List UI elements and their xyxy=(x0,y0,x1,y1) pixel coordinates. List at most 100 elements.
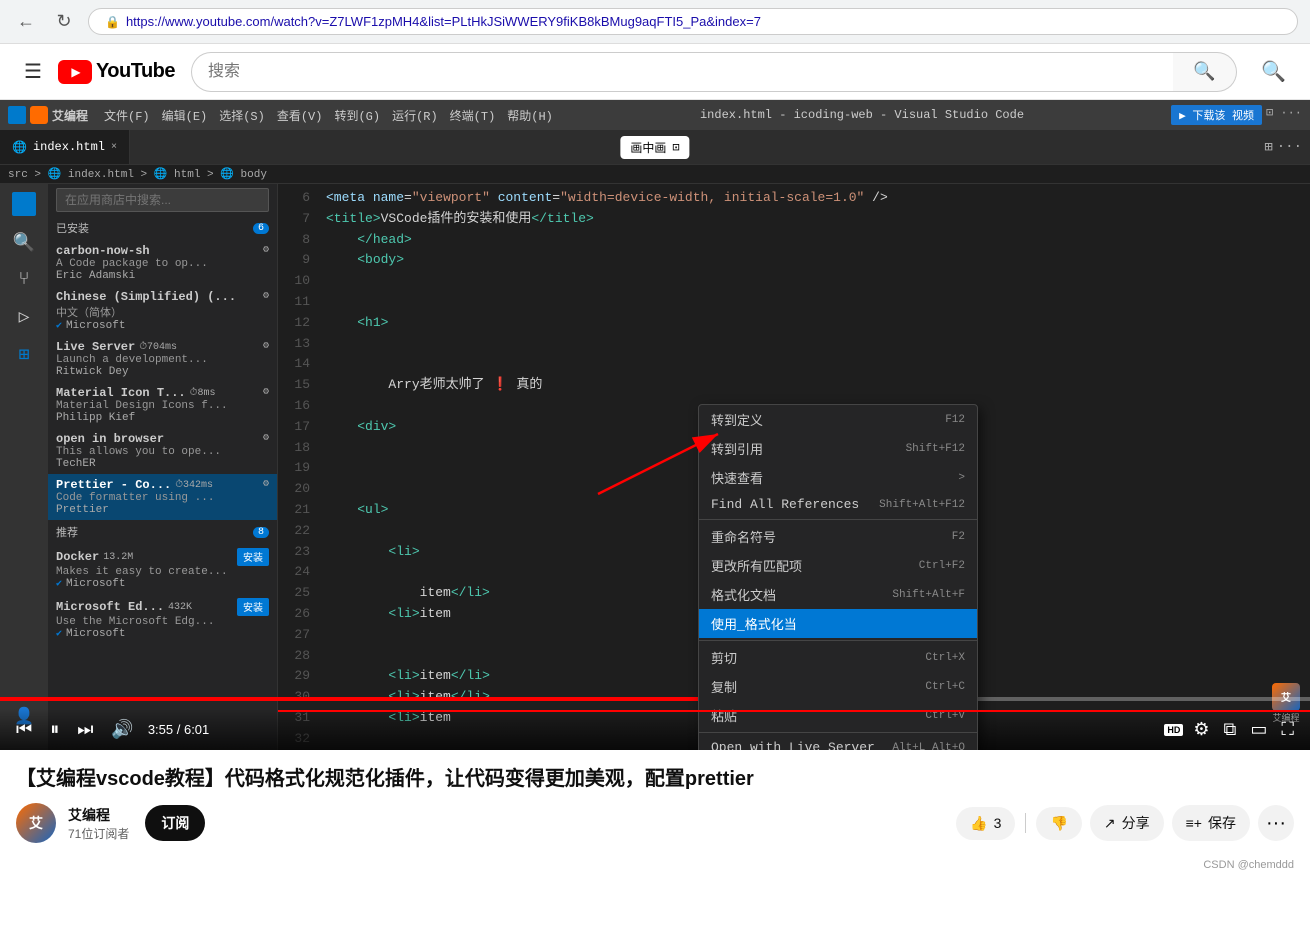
debug-icon[interactable]: ▷ xyxy=(19,306,30,328)
settings-button[interactable]: ⚙ xyxy=(1189,717,1213,742)
like-button[interactable]: 👍 3 xyxy=(956,807,1015,840)
hamburger-button[interactable]: ☰ xyxy=(16,51,50,92)
html-file-icon: 🌐 xyxy=(12,140,27,155)
cm-item-label: 更改所有匹配项 xyxy=(711,556,802,575)
reload-button[interactable]: ↻ xyxy=(50,8,78,36)
volume-button[interactable]: 🔊 xyxy=(107,717,137,742)
menu-run[interactable]: 运行(R) xyxy=(392,107,438,124)
cm-item-label: 格式化文档 xyxy=(711,585,776,604)
ext-ms-edge[interactable]: Microsoft Ed... 432K 安装 Use the Microsof… xyxy=(48,594,277,644)
search-activity-icon[interactable]: 🔍 xyxy=(13,232,35,254)
gear-icon[interactable]: ⚙ xyxy=(263,290,269,304)
more-actions-icon[interactable]: ··· xyxy=(1277,139,1302,156)
cm-item-label: 复制 xyxy=(711,677,737,696)
theater-button[interactable]: ▭ xyxy=(1246,717,1271,742)
gear-icon[interactable]: ⚙ xyxy=(263,244,269,258)
source-control-icon[interactable]: ⑂ xyxy=(19,270,30,290)
address-bar[interactable]: 🔒 https://www.youtube.com/watch?v=Z7LWF1… xyxy=(88,8,1298,35)
editor-breadcrumb: src > 🌐 index.html > 🌐 html > 🌐 body xyxy=(0,165,1310,184)
cm-cut[interactable]: 剪切 Ctrl+X xyxy=(699,643,977,672)
cm-shortcut: Shift+Alt+F12 xyxy=(879,499,965,511)
save-button[interactable]: ≡+ 保存 xyxy=(1172,805,1250,841)
ext-prettier[interactable]: Prettier - Co... ⏱342ms ⚙ Code formatter… xyxy=(48,474,277,520)
ext-author: ✔ Microsoft xyxy=(56,320,269,332)
vscode-menu-bar: 文件(F) 编辑(E) 选择(S) 查看(V) 转到(G) 运行(R) 终端(T… xyxy=(104,107,553,124)
gear-icon[interactable]: ⚙ xyxy=(263,386,269,400)
ext-live-server[interactable]: Live Server ⏱704ms ⚙ Launch a developmen… xyxy=(48,336,277,382)
cm-change-all[interactable]: 更改所有匹配项 Ctrl+F2 xyxy=(699,551,977,580)
submenu-arrow-icon: > xyxy=(958,472,965,484)
cm-find-all-refs[interactable]: Find All References Shift+Alt+F12 xyxy=(699,492,977,517)
cm-format-with[interactable]: 使用_格式化当 xyxy=(699,609,977,638)
vscode-top-left: 艾编程 xyxy=(8,106,88,124)
ext-name: Live Server xyxy=(56,340,135,354)
install-msedge-button[interactable]: 安装 xyxy=(237,598,269,616)
size-badge: 432K xyxy=(168,602,192,613)
gear-icon[interactable]: ⚙ xyxy=(263,432,269,446)
vscode-editor: 678910 1112131415 1617181920 2122232425 … xyxy=(278,184,1310,750)
miniplayer-button[interactable]: ⧉ xyxy=(1220,717,1241,742)
ext-author: Eric Adamski xyxy=(56,270,269,282)
header-right: 🔍 xyxy=(1253,51,1294,92)
menu-view[interactable]: 查看(V) xyxy=(277,107,323,124)
gear-icon[interactable]: ⚙ xyxy=(263,340,269,354)
ext-open-in-browser[interactable]: open in browser ⚙ This allows you to ope… xyxy=(48,428,277,474)
search-button[interactable]: 🔍 xyxy=(1173,52,1237,92)
skip-forward-button[interactable]: ⏭ xyxy=(73,717,97,742)
extensions-icon[interactable]: ⊞ xyxy=(19,344,30,366)
line-numbers: 678910 1112131415 1617181920 2122232425 … xyxy=(278,184,318,704)
ext-material-icon[interactable]: Material Icon T... ⏱8ms ⚙ Material Desig… xyxy=(48,382,277,428)
share-button[interactable]: ↗ 分享 xyxy=(1090,805,1164,841)
back-button[interactable]: ← xyxy=(12,8,40,36)
cm-format-doc[interactable]: 格式化文档 Shift+Alt+F xyxy=(699,580,977,609)
cm-open-live-server[interactable]: Open with Live Server Alt+L Alt+O xyxy=(699,735,977,750)
explorer-icon[interactable] xyxy=(12,192,36,216)
download-button[interactable]: ▶ 下载该 视频 xyxy=(1171,105,1262,125)
cm-copy[interactable]: 复制 Ctrl+C xyxy=(699,672,977,701)
vscode-title-controls: ▶ 下载该 视频 ⊡ ··· xyxy=(1171,105,1302,125)
cm-shortcut: Ctrl+V xyxy=(925,710,965,722)
pip-button[interactable]: 画中画 ⊡ xyxy=(620,136,689,159)
menu-terminal[interactable]: 终端(T) xyxy=(450,107,496,124)
menu-goto[interactable]: 转到(G) xyxy=(334,107,380,124)
extension-search-input[interactable] xyxy=(56,188,269,212)
ext-carbon-now-sh[interactable]: carbon-now-sh ⚙ A Code package to op... … xyxy=(48,240,277,286)
menu-file[interactable]: 文件(F) xyxy=(104,107,150,124)
cm-quick-view[interactable]: 快速查看 > xyxy=(699,463,977,492)
cm-item-label: 快速查看 xyxy=(711,468,763,487)
cm-item-label: 使用_格式化当 xyxy=(711,614,797,633)
ext-chinese-simplified[interactable]: Chinese (Simplified) (... ⚙ 中文（简体） ✔ Mic… xyxy=(48,286,277,336)
cm-divider-1 xyxy=(699,519,977,520)
search-icon-button[interactable]: 🔍 xyxy=(1253,51,1294,92)
gear-icon[interactable]: ⚙ xyxy=(263,478,269,492)
search-input[interactable] xyxy=(191,52,1173,92)
save-label: 保存 xyxy=(1208,813,1236,833)
progress-bar-container[interactable] xyxy=(0,697,1310,701)
skip-back-button[interactable]: ⏮ xyxy=(12,717,36,742)
ext-desc: Makes it easy to create... xyxy=(56,566,269,578)
video-title: 【艾编程vscode教程】代码格式化规范化插件，让代码变得更加美观，配置pret… xyxy=(16,762,1294,791)
split-editor-icon[interactable]: ⊞ xyxy=(1264,139,1272,156)
menu-edit[interactable]: 编辑(E) xyxy=(162,107,208,124)
more-options-button[interactable]: ··· xyxy=(1258,805,1294,841)
tab-close-button[interactable]: × xyxy=(111,142,117,153)
menu-help[interactable]: 帮助(H) xyxy=(507,107,553,124)
menu-select[interactable]: 选择(S) xyxy=(219,107,265,124)
subscribe-button[interactable]: 订阅 xyxy=(145,805,205,841)
youtube-logo-link[interactable]: YouTube xyxy=(58,60,175,84)
install-docker-button[interactable]: 安装 xyxy=(237,548,269,566)
ext-name: Microsoft Ed... xyxy=(56,600,164,614)
code-line-14 xyxy=(326,354,1302,375)
cm-rename-symbol[interactable]: 重命名符号 F2 xyxy=(699,522,977,551)
play-pause-button[interactable]: ⏸ xyxy=(46,717,63,742)
channel-row: 艾 艾编程 71位订阅者 订阅 👍 3 👎 ↗ 分享 ≡+ 保存 xyxy=(16,803,1294,843)
dislike-button[interactable]: 👎 xyxy=(1036,807,1081,840)
cm-paste[interactable]: 粘贴 Ctrl+V xyxy=(699,701,977,730)
cm-goto-definition[interactable]: 转到定义 F12 xyxy=(699,405,977,434)
cm-goto-references[interactable]: 转到引用 Shift+F12 xyxy=(699,434,977,463)
ext-docker[interactable]: Docker 13.2M 安装 Makes it easy to create.… xyxy=(48,544,277,594)
channel-name[interactable]: 艾编程 xyxy=(68,805,129,825)
fullscreen-button[interactable]: ⛶ xyxy=(1277,717,1298,742)
recommended-label: 推荐 xyxy=(56,524,78,540)
editor-tab-index-html[interactable]: 🌐 index.html × xyxy=(0,130,130,164)
